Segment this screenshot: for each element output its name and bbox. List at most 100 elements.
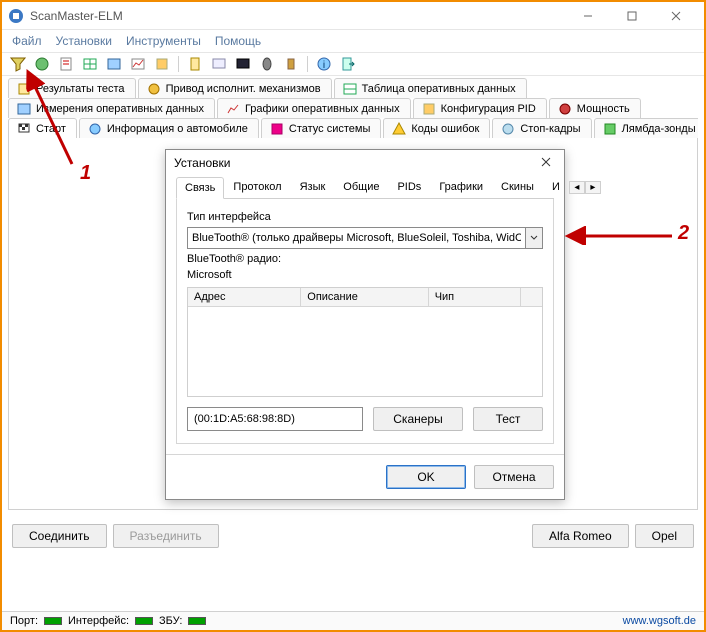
- close-icon: [541, 157, 551, 167]
- monitor-icon[interactable]: [211, 56, 227, 72]
- battery-icon[interactable]: [283, 56, 299, 72]
- tab-measurements[interactable]: Измерения оперативных данных: [8, 98, 215, 118]
- dialog-titlebar: Установки: [166, 150, 564, 176]
- menu-settings[interactable]: Установки: [56, 34, 112, 48]
- tab-label: Конфигурация PID: [441, 103, 536, 115]
- titlebar: ScanMaster-ELM: [2, 2, 704, 30]
- device-icon[interactable]: [259, 56, 275, 72]
- tab-label: Таблица оперативных данных: [362, 83, 516, 95]
- tab-start[interactable]: Старт: [8, 118, 77, 138]
- tab-live-data-table[interactable]: Таблица оперативных данных: [334, 78, 527, 98]
- dialog-title: Установки: [174, 156, 536, 170]
- menu-tools[interactable]: Инструменты: [126, 34, 201, 48]
- alfa-romeo-button[interactable]: Alfa Romeo: [532, 524, 629, 548]
- tab-power[interactable]: Мощность: [549, 98, 641, 118]
- tab-actuators[interactable]: Привод исполнит. механизмов: [138, 78, 332, 98]
- tab-system-status[interactable]: Статус системы: [261, 118, 381, 138]
- bluetooth-radio-value: Microsoft: [187, 269, 543, 281]
- toolbar-separator-2: [307, 56, 308, 72]
- col-chip[interactable]: Чип: [429, 288, 521, 306]
- ok-button[interactable]: OK: [386, 465, 466, 489]
- chevron-down-icon: [530, 234, 538, 242]
- devices-listbox[interactable]: Адрес Описание Чип: [187, 287, 543, 397]
- tab-label: Мощность: [577, 103, 630, 115]
- tab-label: Результаты теста: [36, 83, 125, 95]
- power-icon: [558, 102, 572, 116]
- tab-fault-codes[interactable]: Коды ошибок: [383, 118, 490, 138]
- app-icon: [8, 8, 24, 24]
- menu-file[interactable]: Файл: [12, 34, 42, 48]
- status-port-label: Порт:: [10, 615, 38, 627]
- dialog-tab-language[interactable]: Язык: [291, 176, 335, 198]
- close-button[interactable]: [654, 4, 698, 28]
- settings-dialog: Установки Связь Протокол Язык Общие PIDs…: [165, 149, 565, 500]
- table-icon[interactable]: [82, 56, 98, 72]
- tab-graphs[interactable]: Графики оперативных данных: [217, 98, 411, 118]
- dialog-tab-graphs[interactable]: Графики: [430, 176, 492, 198]
- vendor-link[interactable]: www.wgsoft.de: [623, 615, 696, 627]
- scanners-button[interactable]: Сканеры: [373, 407, 463, 431]
- exit-icon[interactable]: [340, 56, 356, 72]
- config-icon[interactable]: [154, 56, 170, 72]
- interface-type-combo[interactable]: [187, 227, 543, 249]
- tab-scroll-left[interactable]: ◂: [569, 181, 585, 194]
- document-icon[interactable]: [58, 56, 74, 72]
- terminal-icon[interactable]: [235, 56, 251, 72]
- config-icon: [422, 102, 436, 116]
- tab-label: Привод исполнит. механизмов: [166, 83, 321, 95]
- status-icon: [270, 122, 284, 136]
- dialog-tab-pids[interactable]: PIDs: [388, 176, 430, 198]
- dialog-tab-protocol[interactable]: Протокол: [224, 176, 290, 198]
- table-icon: [343, 82, 357, 96]
- device-address-field[interactable]: [187, 407, 363, 431]
- bottom-button-bar: Соединить Разъединить Alfa Romeo Opel: [2, 516, 704, 556]
- dialog-tab-more[interactable]: И: [543, 176, 569, 198]
- opel-button[interactable]: Opel: [635, 524, 694, 548]
- toolbar-separator: [178, 56, 179, 72]
- warning-icon: [392, 122, 406, 136]
- tab-scroll-right[interactable]: ▸: [585, 181, 601, 194]
- chart-icon: [226, 102, 240, 116]
- results-icon: [17, 82, 31, 96]
- dialog-tab-connection[interactable]: Связь: [176, 177, 224, 199]
- dialog-button-row: OK Отмена: [166, 454, 564, 499]
- tab-pid-config[interactable]: Конфигурация PID: [413, 98, 547, 118]
- gauge-icon[interactable]: [106, 56, 122, 72]
- interface-type-label: Тип интерфейса: [187, 211, 543, 223]
- tab-freeze-frames[interactable]: Стоп-кадры: [492, 118, 591, 138]
- toolbar: i: [2, 53, 704, 76]
- tab-lambda[interactable]: Лямбда-зонды: [594, 118, 698, 138]
- col-address[interactable]: Адрес: [188, 288, 301, 306]
- flag-icon: [17, 122, 31, 136]
- tab-test-results[interactable]: Результаты теста: [8, 78, 136, 98]
- status-ecu-label: ЗБУ:: [159, 615, 182, 627]
- info-icon: [88, 122, 102, 136]
- tab-label: Измерения оперативных данных: [36, 103, 204, 115]
- bluetooth-radio-label: BlueTooth® радио:: [187, 253, 543, 265]
- minimize-button[interactable]: [566, 4, 610, 28]
- col-description[interactable]: Описание: [301, 288, 428, 306]
- dialog-panel-connection: Тип интерфейса BlueTooth® радио: Microso…: [176, 199, 554, 444]
- snowflake-icon: [501, 122, 515, 136]
- dialog-tab-general[interactable]: Общие: [334, 176, 388, 198]
- chart-icon[interactable]: [130, 56, 146, 72]
- connect-button[interactable]: Соединить: [12, 524, 107, 548]
- clipboard-icon[interactable]: [187, 56, 203, 72]
- interface-type-dropdown[interactable]: [525, 228, 543, 248]
- tab-label: Старт: [36, 123, 66, 135]
- disconnect-button[interactable]: Разъединить: [113, 524, 219, 548]
- tab-vehicle-info[interactable]: Информация о автомобиле: [79, 118, 259, 138]
- tabs-container: Результаты теста Привод исполнит. механи…: [2, 76, 704, 138]
- devices-list-header: Адрес Описание Чип: [188, 288, 542, 307]
- funnel-icon[interactable]: [10, 56, 26, 72]
- cancel-button[interactable]: Отмена: [474, 465, 554, 489]
- dialog-tab-skins[interactable]: Скины: [492, 176, 543, 198]
- tab-label: Стоп-кадры: [520, 123, 580, 135]
- test-button[interactable]: Тест: [473, 407, 543, 431]
- info-icon[interactable]: i: [316, 56, 332, 72]
- menu-help[interactable]: Помощь: [215, 34, 261, 48]
- dialog-close-button[interactable]: [536, 156, 556, 170]
- maximize-button[interactable]: [610, 4, 654, 28]
- interface-type-value[interactable]: [188, 229, 525, 247]
- globe-icon[interactable]: [34, 56, 50, 72]
